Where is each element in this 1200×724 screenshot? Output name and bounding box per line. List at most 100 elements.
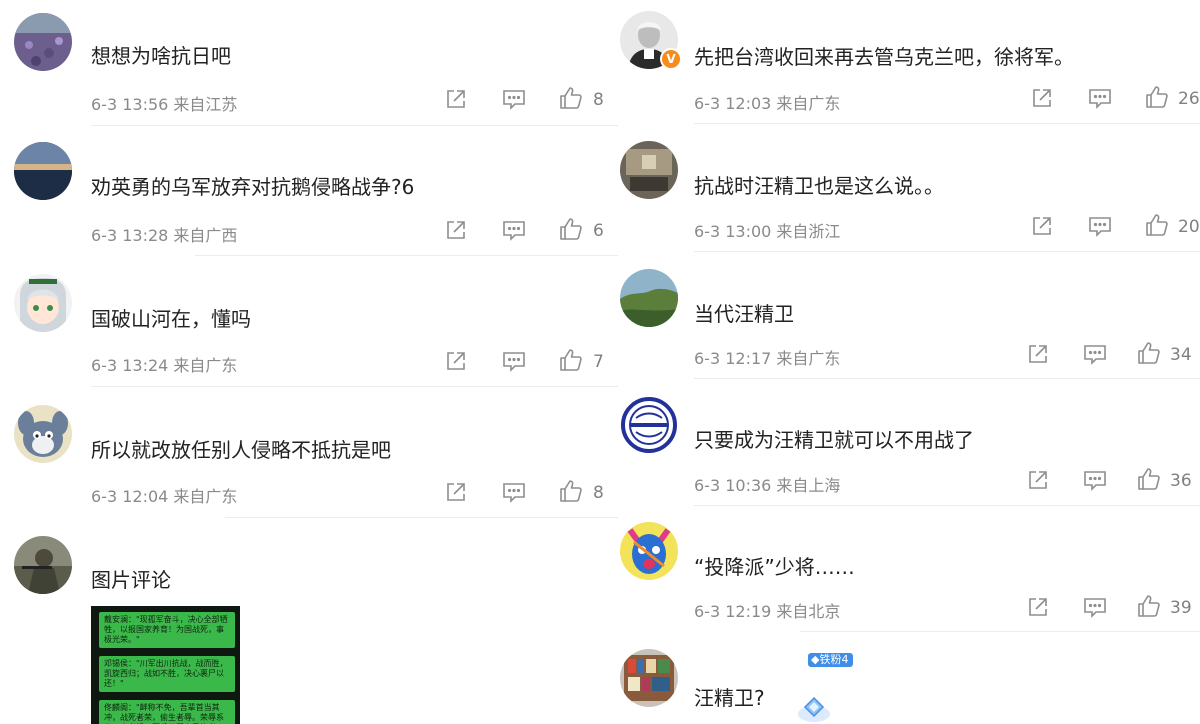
comment-date: 6-3 12:04 bbox=[91, 487, 169, 506]
thumbs-up-icon[interactable] bbox=[1145, 85, 1169, 109]
verified-badge-icon: V bbox=[660, 48, 682, 70]
avatar[interactable] bbox=[620, 396, 678, 454]
comment-time: 6-3 12:04 来自广东 bbox=[91, 483, 237, 507]
left-comment-list: 想想为啥抗日吧 6-3 13:56 来自江苏 8 劝英勇的乌军放弃对抗鹅侵略战争… bbox=[0, 0, 618, 724]
comment-date: 6-3 13:00 bbox=[694, 222, 772, 241]
comment-location: 来自江苏 bbox=[173, 95, 238, 114]
comment-icon[interactable] bbox=[502, 481, 526, 503]
comment-icon[interactable] bbox=[502, 219, 526, 241]
like-count: 6 bbox=[593, 221, 604, 241]
thumbs-up-icon[interactable] bbox=[559, 86, 583, 110]
diamond-icon bbox=[796, 692, 832, 724]
comment-text: 汪精卫? bbox=[694, 686, 765, 710]
thumbs-up-icon[interactable] bbox=[1137, 341, 1161, 365]
comment-icon[interactable] bbox=[1083, 596, 1107, 618]
fan-badge: ◆铁粉4 bbox=[808, 653, 854, 667]
thumbs-up-icon[interactable] bbox=[1137, 467, 1161, 491]
comment-time: 6-3 12:17 来自广东 bbox=[694, 345, 840, 369]
comment-icon[interactable] bbox=[502, 88, 526, 110]
avatar[interactable] bbox=[14, 142, 72, 200]
comment-icon[interactable] bbox=[502, 350, 526, 372]
like-count: 34 bbox=[1170, 345, 1192, 365]
thumbs-up-icon[interactable] bbox=[559, 217, 583, 241]
comment-time: 6-3 13:56 来自江苏 bbox=[91, 91, 237, 115]
fan-badge-label: 铁粉4 bbox=[819, 653, 849, 666]
comment-icon[interactable] bbox=[1088, 215, 1112, 237]
divider bbox=[195, 255, 618, 256]
comment-text: “投降派”少将…… bbox=[694, 555, 855, 579]
comment-location: 来自浙江 bbox=[776, 222, 841, 241]
share-icon[interactable] bbox=[1027, 596, 1049, 618]
avatar[interactable] bbox=[14, 13, 72, 71]
like-count: 8 bbox=[593, 90, 604, 110]
comment-icon[interactable] bbox=[1083, 469, 1107, 491]
comment-location: 来自北京 bbox=[776, 602, 841, 621]
divider bbox=[91, 125, 618, 126]
like-count: 39 bbox=[1170, 598, 1192, 618]
comment-image[interactable]: 戴安澜："现孤军奋斗，决心全部牺牲，以报国家养育！为国战死，事极光荣。" 邓锡侯… bbox=[91, 606, 240, 724]
divider bbox=[225, 517, 618, 518]
avatar[interactable] bbox=[14, 405, 72, 463]
share-icon[interactable] bbox=[445, 88, 467, 110]
thumbs-up-icon[interactable] bbox=[1137, 594, 1161, 618]
comment-time: 6-3 10:36 来自上海 bbox=[694, 472, 840, 496]
like-count: 7 bbox=[593, 352, 604, 372]
comment-text: 图片评论 bbox=[91, 568, 171, 592]
comment-time: 6-3 13:00 来自浙江 bbox=[694, 218, 840, 242]
divider bbox=[800, 631, 1200, 632]
divider bbox=[694, 505, 1200, 506]
avatar[interactable] bbox=[620, 269, 678, 327]
comment-text: 当代汪精卫 bbox=[694, 302, 794, 326]
comment-text: 国破山河在，懂吗 bbox=[91, 307, 251, 331]
like-count: 26 bbox=[1178, 89, 1200, 109]
share-icon[interactable] bbox=[445, 350, 467, 372]
comment-icon[interactable] bbox=[1088, 87, 1112, 109]
comment-text: 只要成为汪精卫就可以不用战了 bbox=[694, 428, 974, 452]
comment-location: 来自广东 bbox=[776, 349, 841, 368]
thumbs-up-icon[interactable] bbox=[559, 479, 583, 503]
comment-time: 6-3 13:28 来自广西 bbox=[91, 222, 237, 246]
thumbs-up-icon[interactable] bbox=[559, 348, 583, 372]
avatar[interactable] bbox=[620, 522, 678, 580]
comment-date: 6-3 13:28 bbox=[91, 226, 169, 245]
divider bbox=[694, 251, 1200, 252]
comment-text: 想想为啥抗日吧 bbox=[91, 44, 231, 68]
thumbs-up-icon[interactable] bbox=[1145, 213, 1169, 237]
comment-text: 劝英勇的乌军放弃对抗鹅侵略战争?6 bbox=[91, 175, 415, 199]
share-icon[interactable] bbox=[1031, 215, 1053, 237]
like-count: 36 bbox=[1170, 471, 1192, 491]
comment-date: 6-3 12:17 bbox=[694, 349, 772, 368]
like-count: 20 bbox=[1178, 217, 1200, 237]
image-text-bubble: 佟麟阁："衅称不免，吾辈首当其冲，战死者荣，偷生者辱。荣辱系于一人者轻，而系于国… bbox=[99, 700, 235, 724]
image-text-bubble: 戴安澜："现孤军奋斗，决心全部牺牲，以报国家养育！为国战死，事极光荣。" bbox=[99, 612, 235, 648]
comment-time: 6-3 12:19 来自北京 bbox=[694, 598, 840, 622]
like-count: 8 bbox=[593, 483, 604, 503]
share-icon[interactable] bbox=[445, 219, 467, 241]
comment-icon[interactable] bbox=[1083, 343, 1107, 365]
comment-date: 6-3 10:36 bbox=[694, 476, 772, 495]
avatar[interactable] bbox=[14, 536, 72, 594]
comment-location: 来自广东 bbox=[173, 487, 238, 506]
image-text-bubble: 邓锡侯："川军出川抗战，战而胜，凯旋西归；战如不胜，决心裹尸以还！" bbox=[99, 656, 235, 692]
share-icon[interactable] bbox=[1027, 469, 1049, 491]
share-icon[interactable] bbox=[1031, 87, 1053, 109]
comment-text: 先把台湾收回来再去管乌克兰吧，徐将军。 bbox=[694, 45, 1074, 69]
comment-location: 来自上海 bbox=[776, 476, 841, 495]
comment-time: 6-3 13:24 来自广东 bbox=[91, 352, 237, 376]
comment-date: 6-3 13:56 bbox=[91, 95, 169, 114]
comment-time: 6-3 12:03 来自广东 bbox=[694, 90, 840, 114]
avatar[interactable] bbox=[14, 274, 72, 332]
share-icon[interactable] bbox=[445, 481, 467, 503]
comment-text: 所以就改放任别人侵略不抵抗是吧 bbox=[91, 438, 391, 462]
comment-date: 6-3 12:03 bbox=[694, 94, 772, 113]
comment-location: 来自广东 bbox=[173, 356, 238, 375]
share-icon[interactable] bbox=[1027, 343, 1049, 365]
divider bbox=[694, 378, 1200, 379]
comment-date: 6-3 12:19 bbox=[694, 602, 772, 621]
avatar[interactable] bbox=[620, 141, 678, 199]
comment-date: 6-3 13:24 bbox=[91, 356, 169, 375]
avatar[interactable] bbox=[620, 649, 678, 707]
comment-location: 来自广东 bbox=[776, 94, 841, 113]
right-comment-list: V 先把台湾收回来再去管乌克兰吧，徐将军。 6-3 12:03 来自广东 26 … bbox=[610, 0, 1200, 724]
divider bbox=[91, 386, 618, 387]
